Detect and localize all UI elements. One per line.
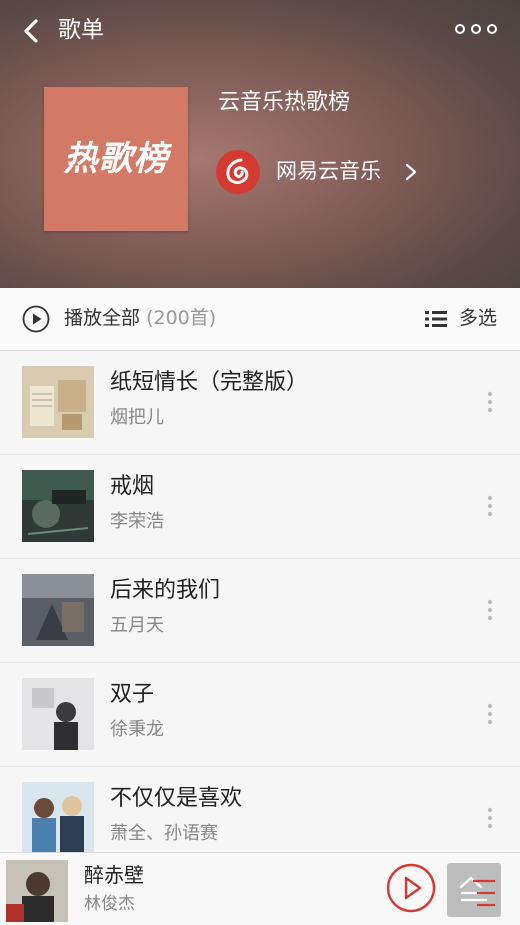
song-title: 后来的我们 <box>110 578 221 603</box>
song-title: 不仅仅是喜欢 <box>110 786 243 811</box>
album-art <box>22 366 94 438</box>
play-all-button[interactable]: 播放全部 (200首) <box>64 303 216 333</box>
song-title: 双子 <box>110 682 155 707</box>
song-count: (200首) <box>146 307 217 329</box>
song-artist: 徐秉龙 <box>110 719 164 740</box>
play-all-bar: 播放全部 (200首) 多选 <box>0 288 520 351</box>
song-row[interactable]: 纸短情长（完整版） 烟把儿 <box>0 351 520 455</box>
creator-name: 网易云音乐 <box>276 159 381 183</box>
song-row[interactable]: 后来的我们 五月天 <box>0 559 520 663</box>
song-artist: 烟把儿 <box>110 407 164 428</box>
playlist-cover[interactable]: 热歌榜 <box>44 87 188 231</box>
chevron-right-icon <box>405 163 417 181</box>
page-title: 歌单 <box>58 17 104 43</box>
playlist-title: 云音乐热歌榜 <box>218 90 351 115</box>
nav-bar: 歌单 <box>0 0 520 62</box>
multi-select-button[interactable]: 多选 <box>459 303 497 333</box>
song-title: 纸短情长（完整版） <box>110 370 309 395</box>
more-options-icon[interactable] <box>454 22 498 36</box>
vertical-more-icon[interactable] <box>486 495 494 517</box>
song-artist: 五月天 <box>110 615 164 636</box>
song-artist: 萧全、孙语赛 <box>110 823 218 844</box>
play-circle-icon[interactable] <box>22 305 50 333</box>
cover-title: 热歌榜 <box>63 139 169 179</box>
vertical-more-icon[interactable] <box>486 807 494 829</box>
list-select-icon[interactable] <box>425 309 447 329</box>
vertical-more-icon[interactable] <box>486 703 494 725</box>
now-playing-artist: 林俊杰 <box>84 894 135 914</box>
album-art <box>22 574 94 646</box>
song-row[interactable]: 双子 徐秉龙 <box>0 663 520 767</box>
playlist-header: 歌单 热歌榜 云音乐热歌榜 网易云音乐 <box>0 0 520 288</box>
back-arrow-icon[interactable] <box>18 16 46 46</box>
play-button-icon[interactable] <box>386 863 436 913</box>
song-title: 戒烟 <box>110 474 155 499</box>
vertical-more-icon[interactable] <box>486 391 494 413</box>
play-all-label: 播放全部 <box>64 307 141 329</box>
vertical-more-icon[interactable] <box>486 599 494 621</box>
album-art <box>22 470 94 542</box>
now-playing-art <box>6 860 68 922</box>
queue-list-icon <box>459 876 495 907</box>
album-art <box>22 678 94 750</box>
mini-player[interactable]: 醉赤壁 林俊杰 <box>0 852 520 925</box>
netease-music-logo-icon <box>216 150 260 194</box>
album-art <box>22 782 94 854</box>
now-playing-title: 醉赤壁 <box>84 863 144 887</box>
song-row[interactable]: 戒烟 李荣浩 <box>0 455 520 559</box>
playlist-queue-button[interactable] <box>447 863 501 917</box>
song-artist: 李荣浩 <box>110 511 164 532</box>
